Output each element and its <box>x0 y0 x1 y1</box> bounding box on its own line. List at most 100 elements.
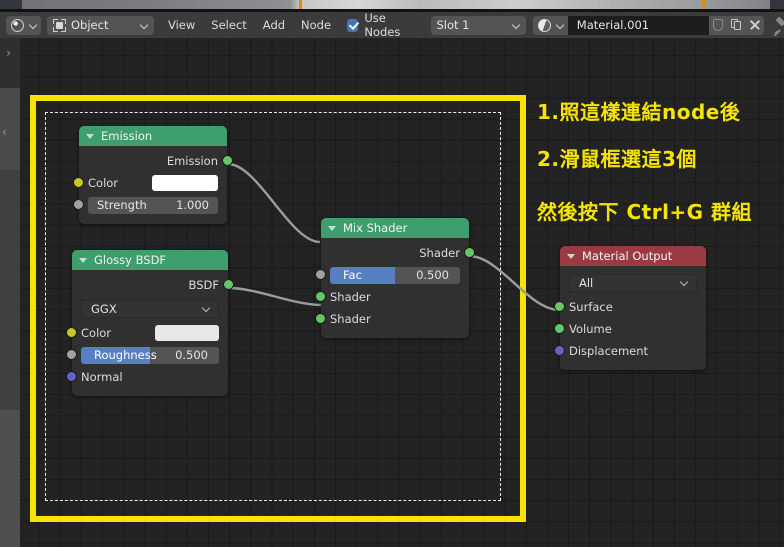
chevron-down-icon <box>140 21 149 30</box>
node-material-output-header[interactable]: Material Output <box>560 246 706 266</box>
socket-emission-out[interactable] <box>222 155 233 166</box>
unlink-material-button[interactable] <box>745 15 764 35</box>
collapse-triangle-icon[interactable] <box>567 253 575 259</box>
node-material-output-body: All Surface Volume Displacement <box>554 266 706 370</box>
socket-emission-strength-in[interactable] <box>73 199 84 210</box>
node-mix-shader-body: Shader Fac 0.500 Shader Shader <box>315 238 475 338</box>
chevron-down-icon <box>512 21 521 30</box>
material-ball-icon <box>537 18 551 32</box>
viewport-sliver-right-pad <box>770 0 784 9</box>
node-mix-shader-title: Mix Shader <box>343 221 408 235</box>
use-nodes-checkbox[interactable]: Use Nodes <box>347 11 417 39</box>
collapse-triangle-icon[interactable] <box>86 133 94 139</box>
node-glossy-normal-label: Normal <box>81 370 123 384</box>
node-emission-header[interactable]: Emission <box>79 126 227 146</box>
node-glossy-color-label: Color <box>81 326 112 340</box>
node-mix-shader2-label: Shader <box>330 312 371 326</box>
node-glossy-bsdf[interactable]: Glossy BSDF BSDF GGX Color Roughness 0.5… <box>66 250 234 396</box>
node-mix-shader[interactable]: Mix Shader Shader Fac 0.500 Shader Shade… <box>315 218 475 338</box>
socket-emission-color-in[interactable] <box>73 177 84 188</box>
use-nodes-label: Use Nodes <box>364 11 401 39</box>
node-output-surface-label: Surface <box>569 300 613 314</box>
emission-strength-field[interactable]: Strength 1.000 <box>88 196 218 214</box>
socket-glossy-bsdf-out[interactable] <box>223 279 234 290</box>
mix-fac-value: 0.500 <box>416 268 449 282</box>
node-emission-output-row: Emission <box>79 150 233 172</box>
node-emission-color-row: Color <box>73 172 227 194</box>
node-output-surface-row: Surface <box>554 296 706 318</box>
socket-glossy-normal-in[interactable] <box>66 371 77 382</box>
object-mode-icon <box>53 18 66 32</box>
emission-strength-label: Strength <box>97 198 147 212</box>
glossy-color-swatch[interactable] <box>155 325 219 341</box>
viewport-selection-edge-right <box>702 0 705 9</box>
socket-mix-fac-in[interactable] <box>315 269 326 280</box>
socket-mix-shader2-in[interactable] <box>315 313 326 324</box>
material-slot-label: Slot 1 <box>436 18 470 32</box>
fake-user-button[interactable] <box>708 15 727 35</box>
new-material-button[interactable] <box>726 15 746 35</box>
node-glossy-normal-row: Normal <box>66 366 228 388</box>
node-emission-title: Emission <box>101 129 153 143</box>
node-mix-fac-row: Fac 0.500 <box>315 264 469 286</box>
socket-output-volume-in[interactable] <box>554 323 565 334</box>
shading-ball-icon <box>11 18 24 32</box>
socket-mix-shader-out[interactable] <box>464 247 475 258</box>
link-emission-to-mixshader <box>227 162 321 244</box>
viewport-sliver <box>0 0 784 9</box>
menu-view[interactable]: View <box>160 15 203 35</box>
collapse-triangle-icon[interactable] <box>328 225 336 231</box>
socket-glossy-color-in[interactable] <box>66 327 77 338</box>
node-mix-output-row: Shader <box>321 242 475 264</box>
node-output-target-row: All <box>560 270 706 296</box>
menu-select[interactable]: Select <box>203 15 254 35</box>
node-emission[interactable]: Emission Emission Color Strength 1.000 <box>73 126 233 224</box>
material-name-input[interactable]: Material.001 <box>567 15 709 35</box>
glossy-roughness-slider[interactable]: Roughness 0.500 <box>81 346 219 364</box>
socket-mix-shader1-in[interactable] <box>315 291 326 302</box>
material-slot-selector[interactable]: Slot 1 <box>431 15 526 35</box>
shader-type-selector[interactable]: Object <box>47 15 154 35</box>
browse-material-button[interactable] <box>532 15 568 35</box>
node-mix-shader2-row: Shader <box>315 308 469 330</box>
node-mix-shader1-label: Shader <box>330 290 371 304</box>
node-glossy-body: BSDF GGX Color Roughness 0.500 Normal <box>66 270 234 396</box>
node-mix-output-label: Shader <box>419 246 460 260</box>
node-output-displacement-row: Displacement <box>554 340 706 362</box>
output-target-value: All <box>579 276 594 290</box>
socket-glossy-roughness-in[interactable] <box>66 349 77 360</box>
node-material-output[interactable]: Material Output All Surface Volume Displ… <box>554 246 706 370</box>
chevron-down-icon <box>681 279 689 287</box>
glossy-distribution-value: GGX <box>91 302 117 316</box>
node-glossy-roughness-row: Roughness 0.500 <box>66 344 228 366</box>
node-mix-shader-header[interactable]: Mix Shader <box>321 218 469 238</box>
viewport-selection-edge-left <box>299 0 302 9</box>
mix-fac-slider[interactable]: Fac 0.500 <box>330 266 460 284</box>
collapse-triangle-icon[interactable] <box>79 257 87 263</box>
viewport-sliver-left-pad <box>0 0 22 9</box>
annotation-line-2: 2.滑鼠框選這3個 <box>537 147 697 171</box>
menu-node[interactable]: Node <box>293 15 339 35</box>
node-glossy-header[interactable]: Glossy BSDF <box>72 250 228 270</box>
editor-type-selector[interactable] <box>6 15 41 35</box>
node-output-volume-row: Volume <box>554 318 706 340</box>
node-output-displacement-label: Displacement <box>569 344 649 358</box>
node-editor-canvas[interactable]: Emission Emission Color Strength 1.000 G… <box>0 38 784 547</box>
glossy-roughness-value: 0.500 <box>175 348 208 362</box>
node-glossy-output-label: BSDF <box>188 278 219 292</box>
shield-icon <box>712 19 723 31</box>
socket-output-surface-in[interactable] <box>554 301 565 312</box>
node-output-volume-label: Volume <box>569 322 612 336</box>
node-mix-shader1-row: Shader <box>315 286 469 308</box>
node-emission-strength-row: Strength 1.000 <box>73 194 227 216</box>
node-emission-body: Emission Color Strength 1.000 <box>73 146 233 224</box>
shader-editor-header: Object View Select Add Node Use Nodes Sl… <box>0 11 784 41</box>
node-glossy-output-row: BSDF <box>72 274 234 296</box>
output-target-dropdown[interactable]: All <box>569 274 697 292</box>
menu-add[interactable]: Add <box>255 15 293 35</box>
socket-output-displacement-in[interactable] <box>554 345 565 356</box>
glossy-distribution-dropdown[interactable]: GGX <box>81 300 219 318</box>
mix-fac-label: Fac <box>343 268 362 282</box>
copy-icon <box>730 19 742 31</box>
emission-color-swatch[interactable] <box>152 175 218 191</box>
